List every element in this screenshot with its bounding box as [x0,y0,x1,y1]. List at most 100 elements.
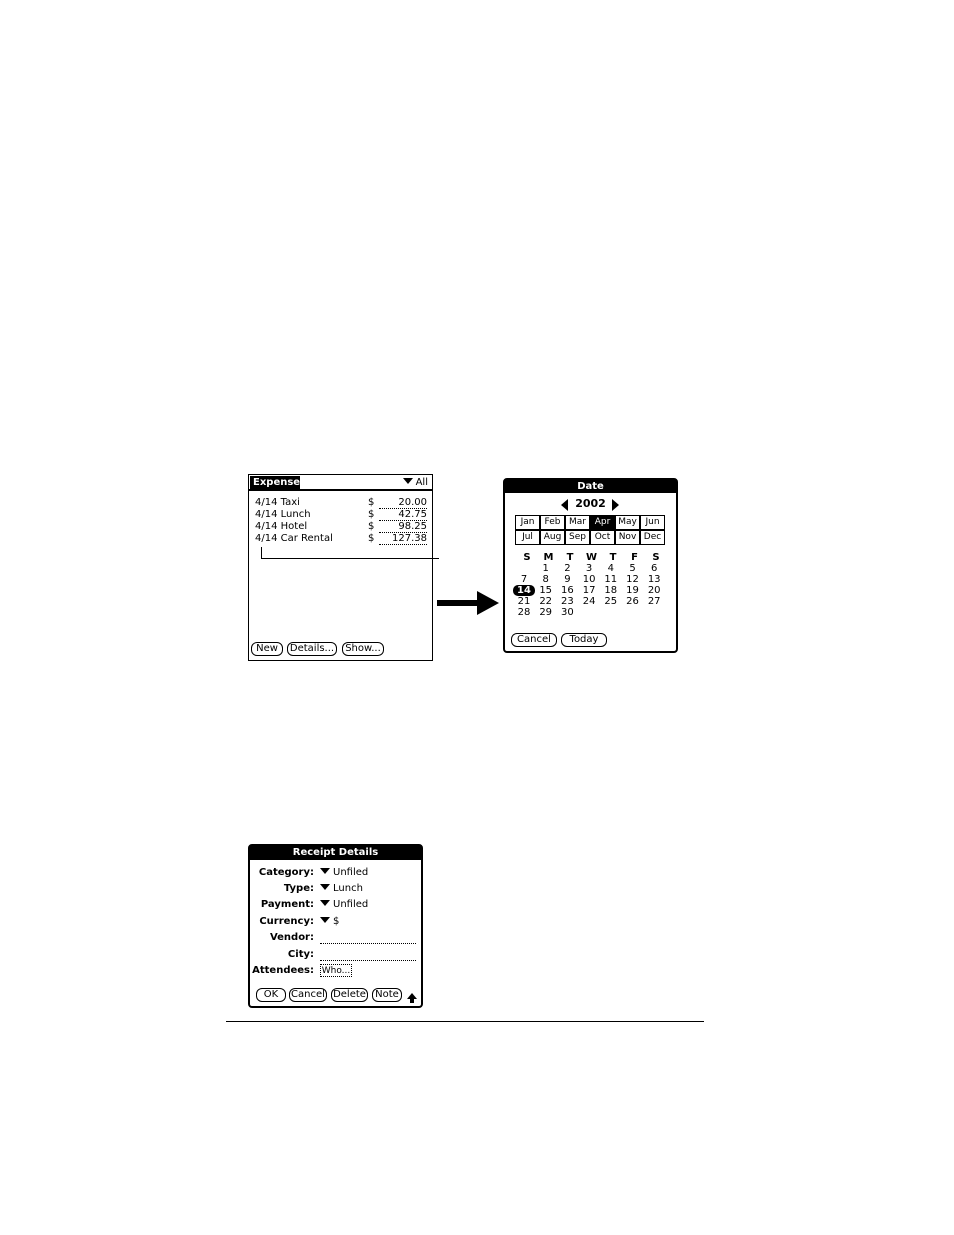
weekday-label: W [585,552,598,563]
callout-line [261,558,439,559]
payment-picker[interactable]: Unfiled [320,899,368,911]
calendar-day[interactable]: 9 [556,574,578,585]
calendar-day[interactable]: 25 [600,596,622,607]
calendar-day[interactable]: 15 [535,585,557,596]
calendar-day[interactable]: 23 [556,596,578,607]
month-jan[interactable]: Jan [515,515,540,530]
expense-row[interactable]: 4/14 Car Rental $ 127.38 [255,533,427,545]
expense-currency: $ [368,533,375,544]
expense-row[interactable]: 4/14 Hotel $ 98.25 [255,521,427,533]
note-button[interactable]: Note [372,988,402,1002]
calendar-day[interactable]: 12 [622,574,644,585]
expense-list-screen: Expense All 4/14 Taxi $ 20.00 4/14 Lunch… [248,474,433,661]
show-button[interactable]: Show... [342,642,384,656]
calendar-day[interactable]: 4 [600,563,622,574]
calendar-day[interactable]: 26 [622,596,644,607]
next-year-arrow-icon[interactable] [612,499,619,511]
calendar-day[interactable]: 28 [513,607,535,618]
month-may[interactable]: May [615,515,640,530]
calendar-day[interactable]: 14 [513,585,535,596]
calendar-day[interactable]: 19 [622,585,644,596]
calendar-day[interactable]: 21 [513,596,535,607]
expense-row[interactable]: 4/14 Taxi $ 20.00 [255,497,427,509]
currency-value: $ [333,916,340,927]
currency-picker[interactable]: $ [320,916,339,928]
city-label: City: [287,949,314,960]
calendar-day[interactable]: 16 [556,585,578,596]
calendar-day[interactable]: 3 [578,563,600,574]
dropdown-triangle-icon [320,884,330,890]
weekday-label: F [631,552,638,563]
month-sep[interactable]: Sep [565,530,590,545]
calendar-day[interactable]: 2 [556,563,578,574]
who-button[interactable]: Who... [320,964,352,977]
expense-desc: 4/14 Lunch [255,509,311,520]
calendar-day[interactable]: 27 [643,596,665,607]
month-oct[interactable]: Oct [590,530,615,545]
weekday-label: T [566,552,574,563]
page-rule [226,1021,704,1022]
year-label: 2002 [575,497,606,510]
today-button[interactable]: Today [561,633,607,647]
month-jun[interactable]: Jun [640,515,665,530]
expense-amount[interactable]: 127.38 [379,533,427,545]
dialog-title: Date [505,480,676,493]
payment-label: Payment: [260,899,314,910]
calendar-day[interactable]: 7 [513,574,535,585]
month-dec[interactable]: Dec [640,530,665,545]
expense-amount[interactable]: 20.00 [379,497,427,509]
calendar-day[interactable]: 22 [535,596,557,607]
expense-currency: $ [368,497,375,508]
currency-label: Currency: [259,916,314,927]
calendar-day[interactable]: 11 [600,574,622,585]
category-selector[interactable]: All [402,477,428,489]
calendar-day[interactable]: 8 [535,574,557,585]
weekday-label: S [652,552,660,563]
calendar-day[interactable]: 30 [556,607,578,618]
calendar-day[interactable]: 29 [535,607,557,618]
calendar-day[interactable]: 10 [578,574,600,585]
vendor-label: Vendor: [269,932,314,943]
month-jul[interactable]: Jul [515,530,540,545]
right-arrow-icon [437,591,499,615]
calendar-day[interactable]: 13 [643,574,665,585]
title-underline [249,489,432,491]
ok-button[interactable]: OK [256,988,286,1002]
delete-button[interactable]: Delete [331,988,368,1002]
payment-value: Unfiled [333,899,369,910]
calendar-day[interactable]: 20 [643,585,665,596]
cancel-button[interactable]: Cancel [289,988,327,1002]
category-label: Category: [258,867,314,878]
expense-desc: 4/14 Hotel [255,521,308,532]
type-value: Lunch [333,883,363,894]
calendar-day[interactable]: 6 [643,563,665,574]
vendor-field[interactable] [320,932,416,944]
new-button[interactable]: New [251,642,283,656]
calendar-day[interactable]: 18 [600,585,622,596]
expense-amount[interactable]: 42.75 [379,509,427,521]
weekday-label: S [523,552,531,563]
details-button[interactable]: Details... [287,642,337,656]
expense-desc: 4/14 Taxi [255,497,300,508]
city-field[interactable] [320,949,416,961]
month-feb[interactable]: Feb [540,515,565,530]
expense-row[interactable]: 4/14 Lunch $ 42.75 [255,509,427,521]
cancel-button[interactable]: Cancel [511,633,557,647]
calendar-day[interactable]: 1 [535,563,557,574]
calendar-day[interactable]: 5 [622,563,644,574]
weekday-label: M [543,552,554,563]
month-nov[interactable]: Nov [615,530,640,545]
month-apr[interactable]: Apr [590,515,615,530]
category-value: All [415,477,428,488]
dropdown-triangle-icon [402,478,413,484]
type-picker[interactable]: Lunch [320,883,363,895]
expense-amount[interactable]: 98.25 [379,521,427,533]
calendar-day[interactable]: 24 [578,596,600,607]
calendar-day[interactable]: 17 [578,585,600,596]
category-picker[interactable]: Unfiled [320,867,368,879]
month-mar[interactable]: Mar [565,515,590,530]
expense-currency: $ [368,521,375,532]
month-aug[interactable]: Aug [540,530,565,545]
weekday-label: T [609,552,617,563]
dropdown-triangle-icon [320,917,330,923]
